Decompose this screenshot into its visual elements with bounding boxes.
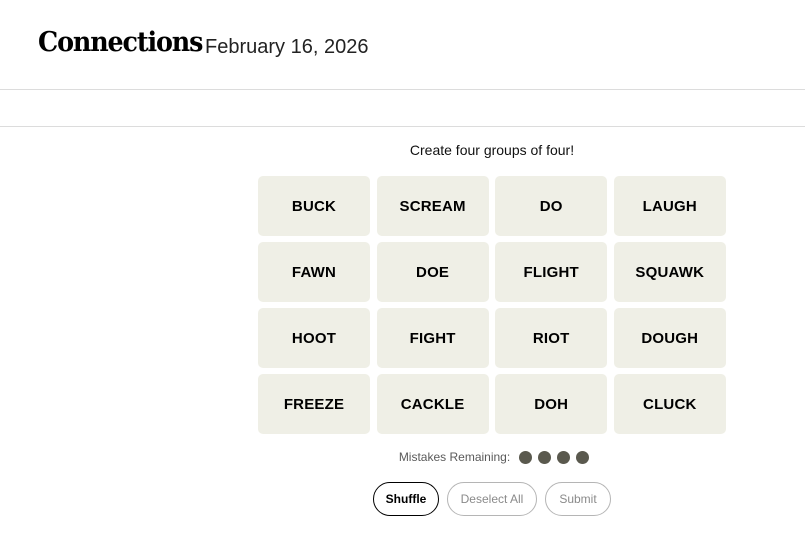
- word-tile[interactable]: HOOT: [258, 308, 370, 368]
- word-tile[interactable]: BUCK: [258, 176, 370, 236]
- submit-button[interactable]: Submit: [545, 482, 611, 516]
- mistakes-indicator: Mistakes Remaining:: [258, 450, 726, 464]
- word-tile[interactable]: SQUAWK: [613, 242, 726, 302]
- mistake-dot: [519, 450, 533, 464]
- word-tile[interactable]: SCREAM: [376, 176, 489, 236]
- mistake-dot: [557, 450, 571, 464]
- word-tile[interactable]: RIOT: [495, 308, 608, 368]
- word-tile[interactable]: DOUGH: [613, 308, 726, 368]
- word-tile[interactable]: DOH: [495, 374, 608, 434]
- puzzle-date: February 16, 2026: [205, 36, 369, 58]
- game-instructions: Create four groups of four!: [409, 142, 575, 158]
- word-tile[interactable]: CACKLE: [376, 374, 489, 434]
- deselect-all-button[interactable]: Deselect All: [447, 482, 537, 516]
- mistakes-label: Mistakes Remaining:: [398, 450, 511, 464]
- game-controls: Shuffle Deselect All Submit: [258, 482, 726, 516]
- word-tile[interactable]: DOE: [376, 242, 489, 302]
- word-tile[interactable]: FAWN: [258, 242, 370, 302]
- word-tile[interactable]: LAUGH: [613, 176, 726, 236]
- shuffle-button[interactable]: Shuffle: [373, 482, 439, 516]
- word-tile[interactable]: FIGHT: [376, 308, 489, 368]
- page-header: Connections February 16, 2026: [0, 0, 805, 90]
- word-tile[interactable]: FREEZE: [258, 374, 370, 434]
- word-grid: BUCK SCREAM DO LAUGH FAWN DOE FLIGHT SQU…: [258, 176, 726, 434]
- word-tile[interactable]: CLUCK: [613, 374, 726, 434]
- mistake-dots: [519, 450, 590, 464]
- mistake-dot: [538, 450, 552, 464]
- word-tile[interactable]: DO: [495, 176, 608, 236]
- word-tile[interactable]: FLIGHT: [495, 242, 608, 302]
- sub-header-bar: [0, 90, 805, 127]
- mistake-dot: [576, 450, 590, 464]
- page-title: Connections: [38, 27, 203, 58]
